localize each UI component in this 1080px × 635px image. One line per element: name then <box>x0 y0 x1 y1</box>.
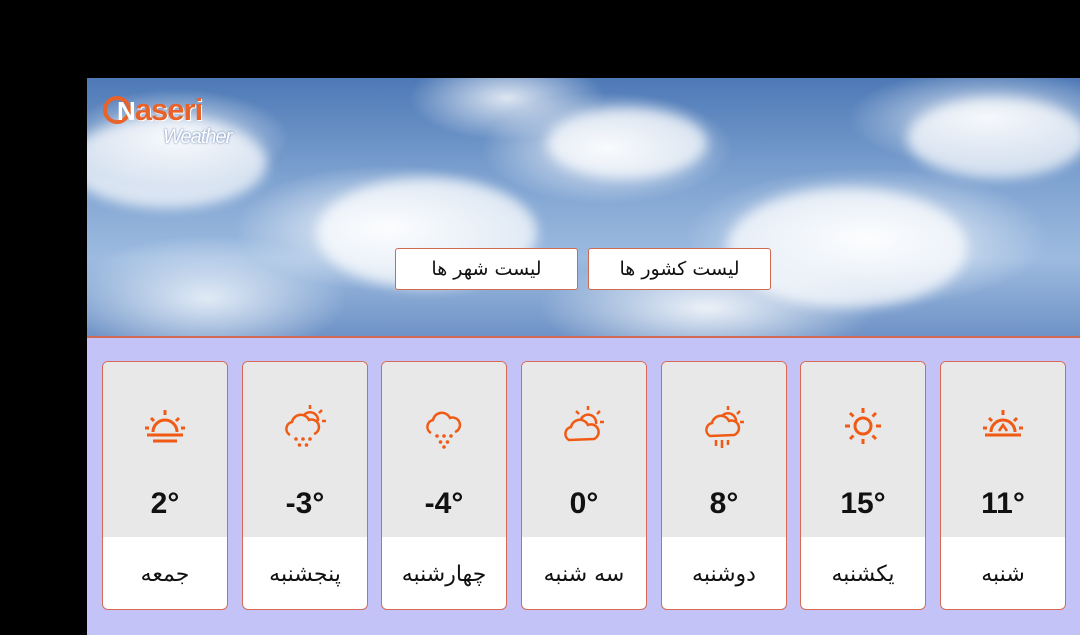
logo-brand: Naseri <box>117 92 203 127</box>
forecast-card[interactable]: -4° چهارشنبه <box>381 361 507 610</box>
partly-cloudy-icon <box>556 398 612 454</box>
forecast-card[interactable]: -3° پنجشنبه <box>242 361 368 610</box>
forecast-day: شنبه <box>981 561 1025 587</box>
forecast-card-top: 0° <box>522 362 646 537</box>
forecast-temperature: -4° <box>424 487 464 520</box>
cloud-decoration <box>547 108 707 178</box>
forecast-card-top: -4° <box>382 362 506 537</box>
forecast-temperature: 2° <box>150 487 180 520</box>
countries-list-button[interactable]: لیست کشور ها <box>588 248 771 290</box>
forecast-day: دوشنبه <box>692 561 756 587</box>
sunset-icon <box>137 398 193 454</box>
forecast-day: یکشنبه <box>831 561 895 587</box>
forecast-card-top: 15° <box>801 362 925 537</box>
forecast-card-top: -3° <box>243 362 367 537</box>
forecast-card[interactable]: 0° سه شنبه <box>521 361 647 610</box>
forecast-card-top: 11° <box>941 362 1065 537</box>
forecast-temperature: 15° <box>840 487 886 520</box>
cloud-snow-icon <box>416 398 472 454</box>
forecast-card[interactable]: 11° شنبه <box>940 361 1066 610</box>
forecast-day: چهارشنبه <box>401 561 487 587</box>
forecast-temperature: -3° <box>285 487 325 520</box>
sun-cloud-snow-icon <box>277 398 333 454</box>
sun-cloud-rain-icon <box>696 398 752 454</box>
sun-icon <box>835 398 891 454</box>
logo-subtitle: Weather <box>163 126 232 148</box>
logo: Naseri Weather <box>103 92 233 152</box>
forecast-card-top: 8° <box>662 362 786 537</box>
weather-app: Naseri Weather لیست کشور ها لیست شهر ها … <box>87 78 1080 635</box>
hero-banner: Naseri Weather لیست کشور ها لیست شهر ها <box>87 78 1080 338</box>
sunrise-icon <box>975 398 1031 454</box>
forecast-card-top: 2° <box>103 362 227 537</box>
forecast-temperature: 8° <box>709 487 739 520</box>
forecast-day: سه شنبه <box>543 561 625 587</box>
cloud-decoration <box>907 98 1080 178</box>
forecast-day: جمعه <box>140 561 190 587</box>
forecast-card[interactable]: 2° جمعه <box>102 361 228 610</box>
forecast-card[interactable]: 8° دوشنبه <box>661 361 787 610</box>
forecast-day: پنجشنبه <box>269 561 341 587</box>
forecast-card[interactable]: 15° یکشنبه <box>800 361 926 610</box>
forecast-temperature: 11° <box>981 487 1025 520</box>
forecast-temperature: 0° <box>569 487 599 520</box>
cities-list-button[interactable]: لیست شهر ها <box>395 248 578 290</box>
